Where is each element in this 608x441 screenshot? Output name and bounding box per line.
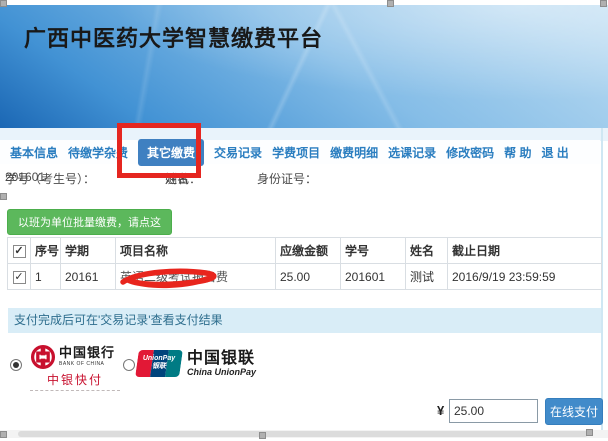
boc-bank-name-zh: 中国银行: [59, 347, 115, 361]
selection-handle[interactable]: [387, 0, 394, 7]
col-header-project: 项目名称: [116, 238, 276, 264]
unionpay-name-zh: 中国银联: [187, 350, 256, 367]
col-header-student-id: 学号: [341, 238, 406, 264]
horizontal-scrollbar-thumb[interactable]: [18, 431, 588, 437]
payment-methods: 中国银行 BANK OF CHINA 中银快付 UnionPay 银联 中国银联…: [0, 342, 600, 392]
cell-project: 英语二级考试报名费: [116, 264, 276, 290]
nav-item-change-password[interactable]: 修改密码: [446, 144, 494, 161]
unionpay-logo-icon: UnionPay 银联: [135, 350, 183, 377]
main-nav: 基本信息 待缴学杂费 其它缴费 交易记录 学费项目 缴费明细 选课记录 修改密码…: [0, 140, 600, 164]
nav-item-course-records[interactable]: 选课记录: [388, 144, 436, 161]
selection-handle[interactable]: [0, 193, 7, 200]
nav-item-logout[interactable]: 退 出: [541, 144, 568, 161]
selection-handle[interactable]: [600, 0, 607, 7]
row-checkbox-icon[interactable]: ✓: [13, 271, 26, 284]
radio-boc-selected-icon[interactable]: [10, 359, 22, 371]
table-header-row: ✓ 序号 学期 项目名称 应缴金额 学号 姓名 截止日期: [8, 238, 602, 264]
boc-quickpay-label: 中银快付: [30, 371, 120, 388]
nav-item-transactions[interactable]: 交易记录: [214, 144, 262, 161]
student-info-line: 学号（考生号）：201601 姓名：测试 身份证号：: [0, 166, 600, 186]
col-header-deadline: 截止日期: [448, 238, 602, 264]
header-banner: 广西中医药大学智慧缴费平台: [0, 5, 608, 128]
cell-amount: 25.00: [276, 264, 341, 290]
cell-term: 20161: [61, 264, 116, 290]
selection-handle[interactable]: [0, 431, 7, 438]
red-highlight-annotation: [117, 123, 201, 178]
unionpay-name-en: China UnionPay: [187, 367, 256, 377]
cell-student-id: 201601: [341, 264, 406, 290]
nav-item-basic-info[interactable]: 基本信息: [10, 144, 58, 161]
boc-logo-icon: [30, 344, 56, 370]
payment-platform-page: 广西中医药大学智慧缴费平台 基本信息 待缴学杂费 其它缴费 交易记录 学费项目 …: [0, 0, 608, 441]
radio-unionpay-icon[interactable]: [123, 359, 135, 371]
col-header-name: 姓名: [406, 238, 448, 264]
selection-handle[interactable]: [259, 432, 266, 439]
selection-handle[interactable]: [586, 429, 593, 436]
cell-name: 测试: [406, 264, 448, 290]
boc-bank-name-en: BANK OF CHINA: [59, 361, 115, 367]
currency-symbol: ¥: [437, 403, 444, 418]
col-header-seq: 序号: [31, 238, 61, 264]
cell-deadline: 2016/9/19 23:59:59: [448, 264, 602, 290]
col-header-amount: 应缴金额: [276, 238, 341, 264]
page-title: 广西中医药大学智慧缴费平台: [24, 21, 323, 53]
select-all-checkbox-icon[interactable]: ✓: [13, 245, 26, 258]
col-header-term: 学期: [61, 238, 116, 264]
batch-payment-button[interactable]: 以班为单位批量缴费，请点这: [7, 209, 172, 235]
unionpay-payment-option[interactable]: UnionPay 银联 中国银联 China UnionPay: [137, 350, 256, 377]
nav-item-tuition-items[interactable]: 学费项目: [272, 144, 320, 161]
boc-payment-option[interactable]: 中国银行 BANK OF CHINA 中银快付: [30, 344, 120, 391]
amount-input[interactable]: [449, 399, 538, 423]
cell-seq: 1: [31, 264, 61, 290]
nav-item-help[interactable]: 帮 助: [504, 144, 531, 161]
selection-handle[interactable]: [0, 0, 7, 7]
fees-table: ✓ 序号 学期 项目名称 应缴金额 学号 姓名 截止日期 ✓ 1 20161 英…: [7, 237, 602, 290]
nav-item-payment-details[interactable]: 缴费明细: [330, 144, 378, 161]
payment-notice: 支付完成后可在'交易记录'查看支付结果: [8, 308, 601, 333]
table-row: ✓ 1 20161 英语二级考试报名费 25.00 201601 测试 2016…: [8, 264, 602, 290]
online-pay-button[interactable]: 在线支付: [545, 398, 603, 425]
